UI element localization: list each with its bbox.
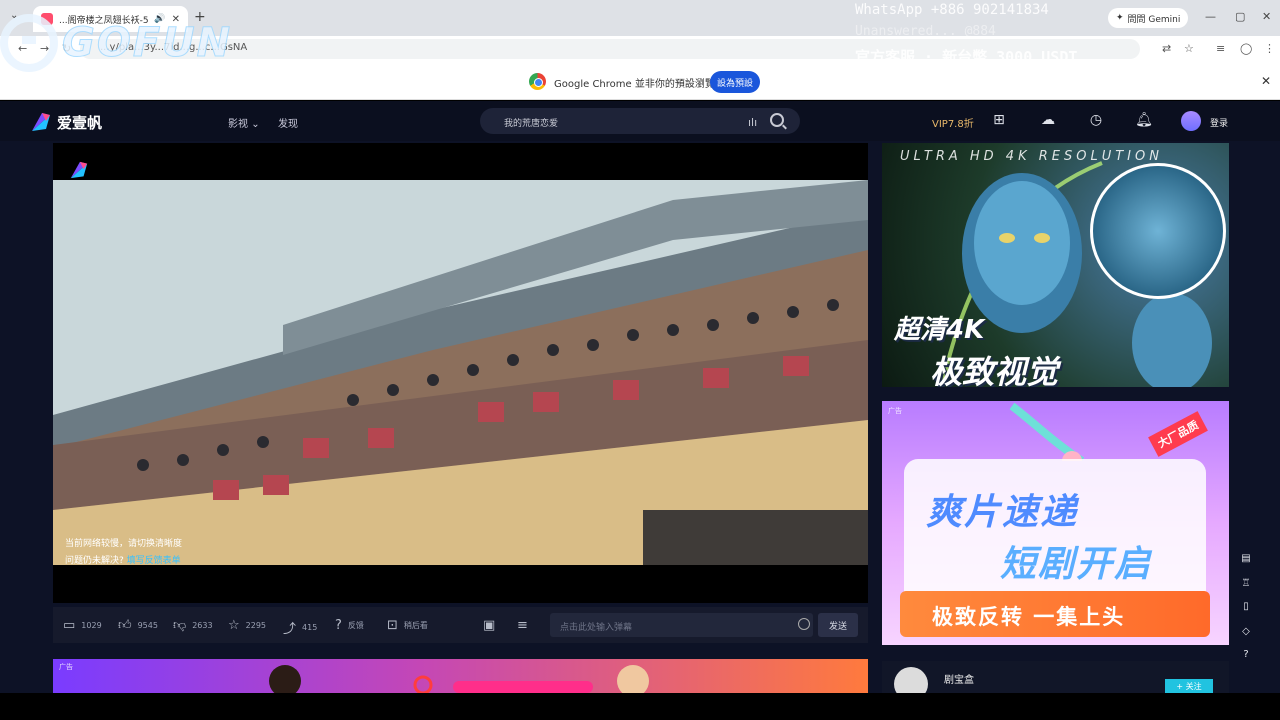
- infobar-close-icon[interactable]: ✕: [1261, 74, 1271, 88]
- share-button[interactable]: ⤴ 415: [283, 618, 317, 637]
- search-placeholder: 我的荒唐恋爱: [504, 119, 559, 129]
- ad1-portrait-circle: [1090, 163, 1226, 299]
- nav-discover[interactable]: 发现: [278, 115, 298, 130]
- dock-help-icon[interactable]: ?: [1238, 649, 1254, 665]
- favorite-button[interactable]: ☆ 2295: [228, 618, 266, 633]
- emoji-icon[interactable]: [798, 618, 810, 630]
- comment-icon: ▭: [63, 618, 76, 633]
- player-action-bar: ▭ 1029 👍︎ 9545 👎︎ 2633 ☆ 2295 ⤴ 415 ? 反馈 ⊡ 稍后看 …: [53, 607, 868, 643]
- ad2-cta-text: 极致反转 一集上头: [932, 605, 1126, 629]
- watermark-g-icon: [0, 14, 58, 72]
- dislike-button[interactable]: 👎︎ 2633: [173, 618, 213, 633]
- star-icon: ☆: [228, 618, 240, 633]
- translate-icon[interactable]: ⇄: [1162, 42, 1171, 55]
- like-button[interactable]: 👍︎ 9545: [118, 618, 158, 633]
- chrome-logo-icon: [529, 73, 546, 90]
- ad1-top-text: ULTRA HD 4K RESOLUTION: [900, 149, 1163, 164]
- dislikes-count: 2633: [192, 621, 213, 630]
- profile-icon[interactable]: ◯: [1240, 42, 1252, 55]
- watch-later-icon: ⊡: [387, 618, 398, 633]
- gemini-label: 問問 Gemini: [1127, 14, 1181, 25]
- equalizer-icon[interactable]: ılı: [748, 116, 757, 129]
- side-dock: ▤ ♖ ▯ ◇ ?: [1234, 541, 1258, 671]
- gemini-sparkle-icon: ✦: [1116, 13, 1124, 23]
- comments-count: 1029: [81, 621, 102, 630]
- site-header: 爱壹帆 影视 ⌄ 发现 我的荒唐恋爱 ılı VIP7.8折 ⊞ ☁ ◷ 🔔︎ …: [0, 101, 1280, 141]
- video-scene-image: [53, 180, 868, 565]
- thumbs-up-icon: 👍︎: [118, 618, 132, 633]
- overlay-line-4: First Deposit Bonus: Get up to 3,888 USD…: [855, 70, 1176, 85]
- network-hint: 当前网络较慢，请切换清晰度 问题仍未解决? 填写反馈表单: [65, 536, 182, 565]
- danmu-input[interactable]: 点击此处输入弹幕: [550, 613, 813, 637]
- bookmark-star-icon[interactable]: ☆: [1184, 42, 1194, 55]
- ad2-headline-1: 爽片速递: [926, 492, 1079, 533]
- send-danmu-button[interactable]: 发送: [818, 613, 858, 637]
- chevron-down-icon: ⌄: [251, 119, 260, 130]
- menu-dots-icon[interactable]: ⋮: [1264, 42, 1275, 55]
- player-watermark-logo-icon: [70, 161, 88, 179]
- vip-discount-link[interactable]: VIP7.8折: [932, 115, 974, 130]
- window-close-icon[interactable]: ✕: [1262, 10, 1271, 23]
- shares-count: 415: [302, 623, 318, 632]
- feedback-label: 反馈: [347, 621, 364, 630]
- nav-video[interactable]: 影视 ⌄: [228, 115, 260, 130]
- hint-line-2-prefix: 问题仍未解决?: [65, 556, 124, 565]
- dock-phone-icon[interactable]: ▯: [1238, 601, 1254, 617]
- ad1-headline-1: 超清4K: [894, 315, 985, 345]
- ad1-headline-2: 极致视觉: [930, 353, 1059, 387]
- site-search-box[interactable]: 我的荒唐恋爱 ılı: [480, 108, 800, 134]
- danmu-toggle-icon[interactable]: ▣: [483, 618, 495, 633]
- maximize-icon[interactable]: ▢: [1235, 10, 1245, 23]
- favorites-count: 2295: [245, 621, 267, 630]
- uploader-card: 剧宝盒 + 关注: [882, 661, 1229, 701]
- question-icon: ?: [335, 618, 342, 633]
- dock-diamond-icon[interactable]: ◇: [1238, 626, 1254, 642]
- site-page: 爱壹帆 影视 ⌄ 发现 我的荒唐恋爱 ılı VIP7.8折 ⊞ ☁ ◷ 🔔︎ …: [0, 101, 1280, 701]
- minimize-icon[interactable]: —: [1205, 10, 1216, 23]
- dock-message-icon[interactable]: ▤: [1238, 553, 1254, 569]
- site-logo-text[interactable]: 爱壹帆: [57, 112, 102, 133]
- watch-later-label: 稍后看: [403, 621, 428, 630]
- feedback-button[interactable]: ? 反馈: [335, 618, 364, 633]
- follow-button[interactable]: + 关注: [1165, 679, 1213, 693]
- banner-ad-label: 广告: [59, 663, 73, 671]
- nav-video-label: 影视: [228, 119, 248, 130]
- dock-shirt-icon[interactable]: ♖: [1238, 578, 1254, 594]
- watermark-text: GOFUN: [61, 20, 233, 67]
- hint-line-2: 问题仍未解决? 填写反馈表单: [65, 553, 182, 565]
- ad-short-drama-banner[interactable]: 广告 大厂品质 爽片速递 短剧开启 极致反转 一集上头: [882, 401, 1229, 645]
- likes-count: 9545: [137, 621, 158, 630]
- video-frame[interactable]: 当前网络较慢，请切换清晰度 问题仍未解决? 填写反馈表单: [53, 180, 868, 565]
- infobar-message: Google Chrome 並非你的預設瀏覽器: [554, 79, 725, 90]
- bell-icon[interactable]: 🔔︎: [1135, 112, 1153, 130]
- site-logo-icon[interactable]: [30, 111, 52, 133]
- overlay-line-3: 官方客服 · 新台幣 3000 USDT: [855, 48, 1078, 66]
- search-icon[interactable]: [770, 113, 784, 127]
- hint-line-1: 当前网络较慢，请切换清晰度: [65, 539, 183, 549]
- comments-button[interactable]: ▭ 1029: [63, 618, 102, 633]
- cloud-download-icon[interactable]: ☁: [1039, 112, 1057, 130]
- overlay-line-1: WhatsApp +886 902141834: [855, 2, 1049, 18]
- share-icon: ⤴: [283, 622, 297, 637]
- danmu-settings-icon[interactable]: ≡: [517, 618, 528, 633]
- video-player[interactable]: 当前网络较慢，请切换清晰度 问题仍未解决? 填写反馈表单: [53, 143, 868, 603]
- banner-artwork-image: [269, 665, 649, 693]
- media-control-icon[interactable]: ≡: [1216, 42, 1225, 55]
- overlay-line-2: Unanswered... @884: [855, 24, 996, 39]
- gemini-button[interactable]: ✦ 問問 Gemini: [1108, 8, 1189, 28]
- feedback-form-link[interactable]: 填写反馈表单: [127, 556, 181, 565]
- thumbs-down-icon: 👎︎: [173, 618, 187, 633]
- ad2-headline-2: 短剧开启: [1000, 544, 1153, 585]
- user-avatar[interactable]: [1181, 111, 1201, 131]
- screen-bottom-bar: [0, 693, 1280, 720]
- ad-4k-banner[interactable]: ULTRA HD 4K RESOLUTION 超清4K 极致视觉: [882, 143, 1229, 387]
- login-link[interactable]: 登录: [1210, 116, 1228, 129]
- watermark-logo: GOFUN: [0, 14, 232, 72]
- watch-later-button[interactable]: ⊡ 稍后看: [387, 618, 428, 633]
- uploader-name[interactable]: 剧宝盒: [944, 671, 974, 686]
- history-clock-icon[interactable]: ◷: [1087, 112, 1105, 130]
- apps-grid-icon[interactable]: ⊞: [990, 112, 1008, 130]
- set-default-button[interactable]: 設為預設: [710, 71, 760, 93]
- bottom-banner-ad[interactable]: 广告: [53, 659, 868, 693]
